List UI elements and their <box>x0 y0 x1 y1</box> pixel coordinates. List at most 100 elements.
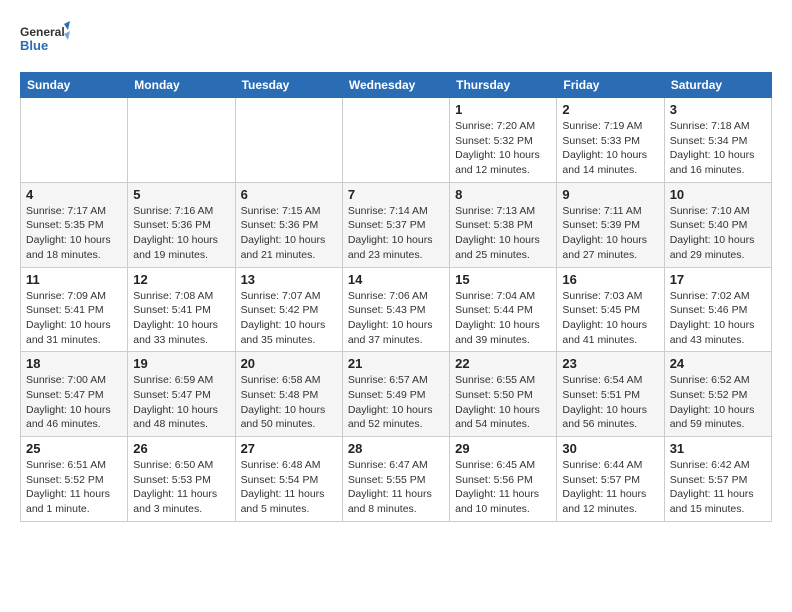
day-number: 26 <box>133 441 229 456</box>
calendar-cell: 13Sunrise: 7:07 AM Sunset: 5:42 PM Dayli… <box>235 267 342 352</box>
calendar-cell: 29 Sunrise: 6:45 AM Sunset: 5:56 PM Dayli… <box>450 437 557 522</box>
day-number: 6 <box>241 187 337 202</box>
day-info: Sunrise: 7:15 AM Sunset: 5:36 PM Dayligh… <box>241 204 337 263</box>
calendar-cell <box>21 98 128 183</box>
calendar-cell: 9Sunrise: 7:11 AM Sunset: 5:39 PM Daylig… <box>557 182 664 267</box>
day-number: 8 <box>455 187 551 202</box>
day-info: Sunrise: 6:45 AM Sunset: 5:56 PM Dayligh… <box>455 458 551 517</box>
day-info: Sunrise: 7:19 AM Sunset: 5:33 PM Dayligh… <box>562 119 658 178</box>
calendar-cell <box>342 98 449 183</box>
day-number: 23 <box>562 356 658 371</box>
day-info: Sunrise: 6:58 AM Sunset: 5:48 PM Dayligh… <box>241 373 337 432</box>
day-info: Sunrise: 7:13 AM Sunset: 5:38 PM Dayligh… <box>455 204 551 263</box>
day-info: Sunrise: 7:16 AM Sunset: 5:36 PM Dayligh… <box>133 204 229 263</box>
day-info: Sunrise: 7:04 AM Sunset: 5:44 PM Dayligh… <box>455 289 551 348</box>
day-number: 2 <box>562 102 658 117</box>
day-info: Sunrise: 6:57 AM Sunset: 5:49 PM Dayligh… <box>348 373 444 432</box>
calendar-week-3: 11 Sunrise: 7:09 AM Sunset: 5:41 PM Dayli… <box>21 267 772 352</box>
column-header-thursday: Thursday <box>450 73 557 98</box>
calendar-week-5: 25 Sunrise: 6:51 AM Sunset: 5:52 PM Dayli… <box>21 437 772 522</box>
calendar-cell: 28Sunrise: 6:47 AM Sunset: 5:55 PM Dayli… <box>342 437 449 522</box>
column-header-sunday: Sunday <box>21 73 128 98</box>
day-number: 18 <box>26 356 122 371</box>
calendar-cell: 21 Sunrise: 6:57 AM Sunset: 5:49 PM Dayli… <box>342 352 449 437</box>
svg-text:General: General <box>20 25 65 39</box>
calendar-cell: 17 Sunrise: 7:02 AM Sunset: 5:46 PM Dayli… <box>664 267 771 352</box>
day-info: Sunrise: 6:51 AM Sunset: 5:52 PM Dayligh… <box>26 458 122 517</box>
calendar-cell: 27 Sunrise: 6:48 AM Sunset: 5:54 PM Dayli… <box>235 437 342 522</box>
calendar-cell: 26 Sunrise: 6:50 AM Sunset: 5:53 PM Dayli… <box>128 437 235 522</box>
calendar-cell: 23 Sunrise: 6:54 AM Sunset: 5:51 PM Dayli… <box>557 352 664 437</box>
calendar-cell <box>235 98 342 183</box>
calendar-cell: 25 Sunrise: 6:51 AM Sunset: 5:52 PM Dayli… <box>21 437 128 522</box>
calendar-week-4: 18 Sunrise: 7:00 AM Sunset: 5:47 PM Dayli… <box>21 352 772 437</box>
day-info: Sunrise: 7:02 AM Sunset: 5:46 PM Dayligh… <box>670 289 766 348</box>
day-number: 12 <box>133 272 229 287</box>
day-number: 29 <box>455 441 551 456</box>
day-info: Sunrise: 6:48 AM Sunset: 5:54 PM Dayligh… <box>241 458 337 517</box>
day-info: Sunrise: 7:14 AM Sunset: 5:37 PM Dayligh… <box>348 204 444 263</box>
calendar-cell: 4 Sunrise: 7:17 AM Sunset: 5:35 PM Daylig… <box>21 182 128 267</box>
calendar-cell: 18 Sunrise: 7:00 AM Sunset: 5:47 PM Dayli… <box>21 352 128 437</box>
calendar-week-1: 1Sunrise: 7:20 AM Sunset: 5:32 PM Daylig… <box>21 98 772 183</box>
day-number: 30 <box>562 441 658 456</box>
column-header-friday: Friday <box>557 73 664 98</box>
calendar-cell: 1Sunrise: 7:20 AM Sunset: 5:32 PM Daylig… <box>450 98 557 183</box>
day-info: Sunrise: 6:55 AM Sunset: 5:50 PM Dayligh… <box>455 373 551 432</box>
day-number: 4 <box>26 187 122 202</box>
calendar-cell <box>128 98 235 183</box>
calendar-cell: 12Sunrise: 7:08 AM Sunset: 5:41 PM Dayli… <box>128 267 235 352</box>
day-info: Sunrise: 7:18 AM Sunset: 5:34 PM Dayligh… <box>670 119 766 178</box>
day-number: 24 <box>670 356 766 371</box>
calendar-cell: 22 Sunrise: 6:55 AM Sunset: 5:50 PM Dayli… <box>450 352 557 437</box>
logo: General Blue <box>20 20 70 62</box>
calendar-cell: 8 Sunrise: 7:13 AM Sunset: 5:38 PM Daylig… <box>450 182 557 267</box>
day-info: Sunrise: 6:54 AM Sunset: 5:51 PM Dayligh… <box>562 373 658 432</box>
column-header-monday: Monday <box>128 73 235 98</box>
day-number: 28 <box>348 441 444 456</box>
day-number: 25 <box>26 441 122 456</box>
calendar-week-2: 4 Sunrise: 7:17 AM Sunset: 5:35 PM Daylig… <box>21 182 772 267</box>
column-header-tuesday: Tuesday <box>235 73 342 98</box>
day-number: 3 <box>670 102 766 117</box>
svg-text:Blue: Blue <box>20 38 48 53</box>
calendar-cell: 7 Sunrise: 7:14 AM Sunset: 5:37 PM Daylig… <box>342 182 449 267</box>
calendar-cell: 5 Sunrise: 7:16 AM Sunset: 5:36 PM Daylig… <box>128 182 235 267</box>
day-info: Sunrise: 7:03 AM Sunset: 5:45 PM Dayligh… <box>562 289 658 348</box>
calendar-cell: 20 Sunrise: 6:58 AM Sunset: 5:48 PM Dayli… <box>235 352 342 437</box>
day-number: 22 <box>455 356 551 371</box>
day-info: Sunrise: 7:20 AM Sunset: 5:32 PM Dayligh… <box>455 119 551 178</box>
day-info: Sunrise: 6:44 AM Sunset: 5:57 PM Dayligh… <box>562 458 658 517</box>
day-info: Sunrise: 7:17 AM Sunset: 5:35 PM Dayligh… <box>26 204 122 263</box>
day-number: 27 <box>241 441 337 456</box>
page-header: General Blue <box>20 20 772 62</box>
day-info: Sunrise: 6:50 AM Sunset: 5:53 PM Dayligh… <box>133 458 229 517</box>
day-number: 17 <box>670 272 766 287</box>
calendar-cell: 24 Sunrise: 6:52 AM Sunset: 5:52 PM Dayli… <box>664 352 771 437</box>
day-number: 20 <box>241 356 337 371</box>
day-info: Sunrise: 7:09 AM Sunset: 5:41 PM Dayligh… <box>26 289 122 348</box>
calendar-cell: 3 Sunrise: 7:18 AM Sunset: 5:34 PM Daylig… <box>664 98 771 183</box>
day-info: Sunrise: 7:10 AM Sunset: 5:40 PM Dayligh… <box>670 204 766 263</box>
day-number: 13 <box>241 272 337 287</box>
day-info: Sunrise: 7:06 AM Sunset: 5:43 PM Dayligh… <box>348 289 444 348</box>
day-number: 10 <box>670 187 766 202</box>
day-number: 31 <box>670 441 766 456</box>
logo-svg: General Blue <box>20 20 70 62</box>
column-header-wednesday: Wednesday <box>342 73 449 98</box>
calendar-cell: 10 Sunrise: 7:10 AM Sunset: 5:40 PM Dayli… <box>664 182 771 267</box>
day-number: 11 <box>26 272 122 287</box>
day-info: Sunrise: 7:00 AM Sunset: 5:47 PM Dayligh… <box>26 373 122 432</box>
day-number: 21 <box>348 356 444 371</box>
calendar-cell: 14 Sunrise: 7:06 AM Sunset: 5:43 PM Dayli… <box>342 267 449 352</box>
day-number: 7 <box>348 187 444 202</box>
calendar-cell: 30 Sunrise: 6:44 AM Sunset: 5:57 PM Dayli… <box>557 437 664 522</box>
calendar-header-row: SundayMondayTuesdayWednesdayThursdayFrid… <box>21 73 772 98</box>
calendar-cell: 15Sunrise: 7:04 AM Sunset: 5:44 PM Dayli… <box>450 267 557 352</box>
column-header-saturday: Saturday <box>664 73 771 98</box>
day-number: 5 <box>133 187 229 202</box>
day-number: 14 <box>348 272 444 287</box>
day-info: Sunrise: 6:52 AM Sunset: 5:52 PM Dayligh… <box>670 373 766 432</box>
calendar-table: SundayMondayTuesdayWednesdayThursdayFrid… <box>20 72 772 522</box>
day-number: 19 <box>133 356 229 371</box>
